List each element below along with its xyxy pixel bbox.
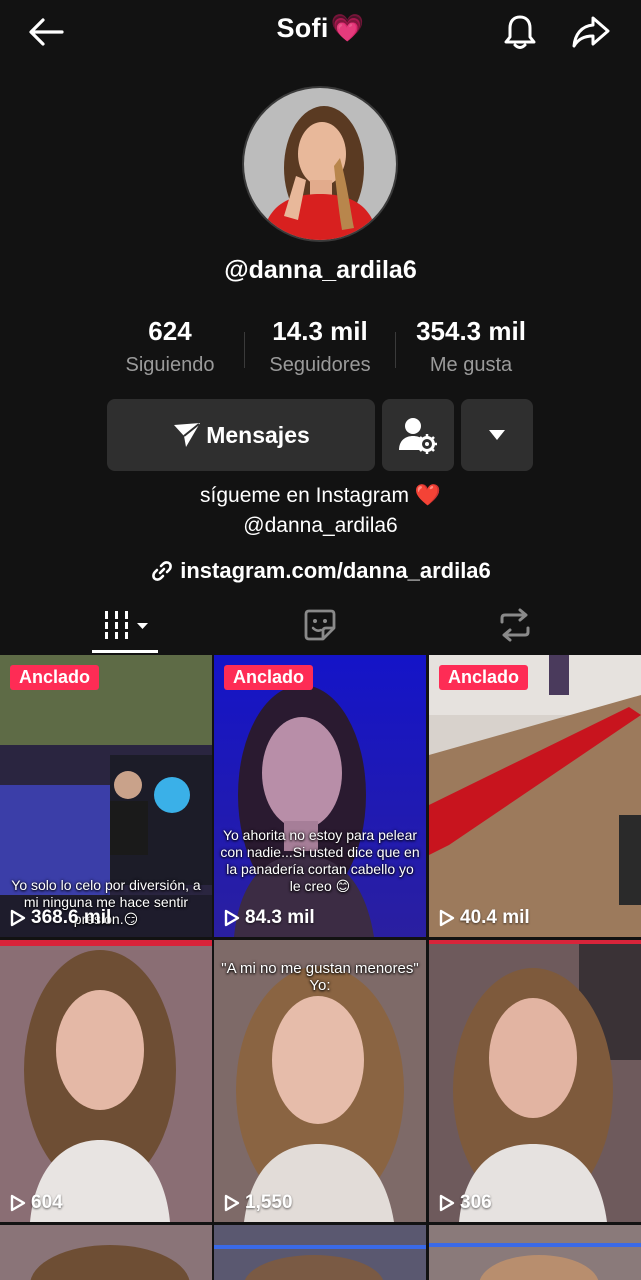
title-emoji: 💗 — [330, 13, 365, 43]
favorites-icon — [304, 609, 336, 641]
bio-text: sígueme en Instagram — [200, 484, 409, 507]
message-label: Mensajes — [206, 421, 310, 448]
link-text: instagram.com/danna_ardila6 — [180, 558, 491, 583]
play-icon — [10, 1194, 26, 1212]
bio-line-1: sígueme en Instagram ❤️ — [0, 484, 641, 508]
tab-videos[interactable] — [92, 598, 162, 652]
likes-count: 354.3 mil — [416, 316, 526, 346]
video-caption: "A mi no me gustan menores" Yo: — [221, 960, 419, 994]
view-count: 40.4 mil — [439, 907, 530, 929]
repost-icon — [500, 608, 530, 642]
top-bar: Sofi💗 — [0, 0, 641, 66]
more-options-button[interactable] — [461, 399, 533, 471]
video-thumbnail — [0, 940, 212, 1222]
followers-count: 14.3 mil — [272, 316, 368, 346]
video-thumbnail — [429, 1225, 641, 1280]
video-tile[interactable]: 604 — [0, 940, 212, 1222]
view-count-text: 1,550 — [245, 1192, 293, 1213]
active-tab-indicator — [92, 650, 158, 653]
profile-stats: 624 Siguiendo 14.3 mil Seguidores 354.3 … — [0, 314, 641, 384]
view-count-text: 368.6 mil — [31, 907, 112, 928]
profile-handle: @danna_ardila6 — [224, 256, 417, 284]
stat-divider — [395, 332, 396, 368]
pinned-badge: Anclado — [10, 665, 100, 690]
likes-stat[interactable]: 354.3 mil Me gusta — [398, 314, 544, 382]
content-tabs — [0, 598, 641, 654]
bio-line-2: @danna_ardila6 — [243, 514, 398, 537]
profile-screen: Sofi💗 @danna_ardila6 624 Siguiendo 14.3 … — [0, 0, 641, 1280]
view-count-text: 84.3 mil — [245, 907, 315, 928]
send-icon — [174, 423, 201, 447]
play-icon — [439, 1194, 455, 1212]
page-title: Sofi💗 — [0, 12, 641, 44]
video-tile[interactable] — [0, 1225, 212, 1280]
video-tile[interactable]: "A mi no me gustan menores" Yo: 1,550 — [214, 940, 426, 1222]
title-text: Sofi — [276, 13, 329, 43]
play-icon — [224, 909, 240, 927]
pinned-badge: Anclado — [224, 665, 314, 690]
tab-reposts[interactable] — [480, 598, 550, 652]
followers-label: Seguidores — [269, 354, 371, 376]
following-count: 624 — [148, 316, 192, 346]
bell-icon — [504, 15, 536, 49]
play-icon — [224, 1194, 240, 1212]
view-count-text: 40.4 mil — [460, 907, 530, 928]
play-icon — [439, 909, 455, 927]
view-count: 1,550 — [224, 1192, 293, 1214]
video-thumbnail — [0, 1225, 212, 1280]
video-tile[interactable]: Anclado Yo solo lo celo por diversión, a… — [0, 655, 212, 937]
tab-favorites[interactable] — [285, 598, 355, 652]
following-label: Siguiendo — [125, 354, 215, 376]
view-count-text: 306 — [460, 1192, 492, 1213]
stat-divider — [244, 332, 245, 368]
video-tile[interactable] — [214, 1225, 426, 1280]
view-count-text: 604 — [31, 1192, 63, 1213]
message-button[interactable]: Mensajes — [107, 399, 375, 471]
profile-link[interactable]: instagram.com/danna_ardila6 — [0, 558, 641, 584]
pinned-badge: Anclado — [439, 665, 529, 690]
video-caption: Yo ahorita no estoy para pelear con nadi… — [220, 827, 420, 894]
user-settings-button[interactable] — [382, 399, 454, 471]
view-count: 306 — [439, 1192, 492, 1214]
user-settings-icon — [399, 418, 437, 454]
play-icon — [10, 909, 26, 927]
video-thumbnail — [214, 1225, 426, 1280]
likes-label: Me gusta — [429, 354, 513, 376]
bio-emoji: ❤️ — [414, 484, 441, 507]
video-thumbnail — [429, 655, 641, 937]
share-button[interactable] — [566, 8, 616, 56]
view-count: 604 — [10, 1192, 63, 1214]
view-count: 84.3 mil — [224, 907, 315, 929]
followers-stat[interactable]: 14.3 mil Seguidores — [258, 314, 382, 382]
avatar[interactable] — [242, 86, 398, 242]
notifications-button[interactable] — [496, 8, 544, 56]
avatar-image — [244, 88, 396, 240]
dropdown-icon — [489, 430, 505, 440]
video-thumbnail — [429, 940, 641, 1222]
video-tile[interactable]: 306 — [429, 940, 641, 1222]
grid-icon — [103, 611, 148, 639]
following-stat[interactable]: 624 Siguiendo — [110, 314, 230, 382]
link-icon — [152, 561, 173, 581]
video-tile[interactable] — [429, 1225, 641, 1280]
share-icon — [572, 16, 610, 48]
view-count: 368.6 mil — [10, 907, 111, 929]
video-tile[interactable]: Anclado Yo ahorita no estoy para pelear … — [214, 655, 426, 937]
video-tile[interactable]: Anclado 40.4 mil — [429, 655, 641, 937]
